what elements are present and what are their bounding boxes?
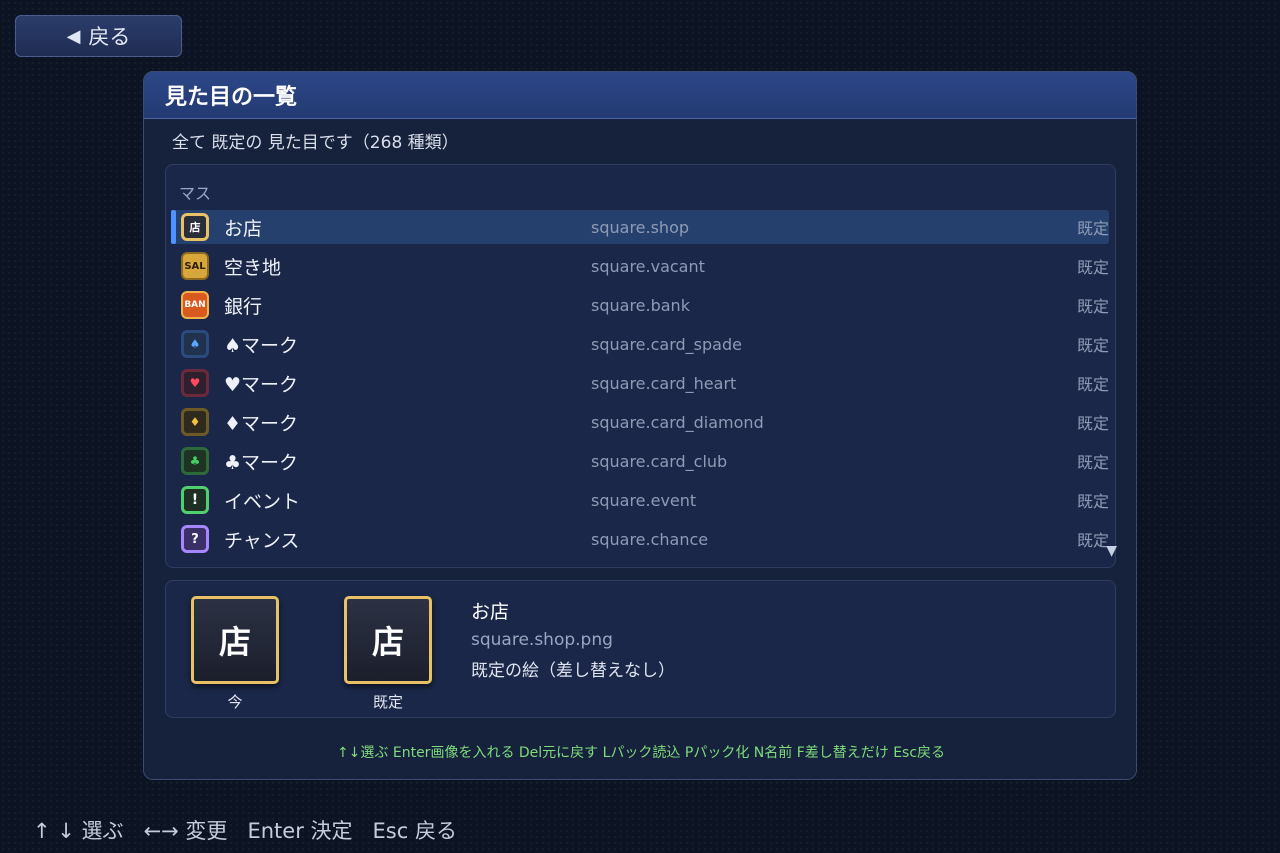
diamond-icon: ♦ xyxy=(181,408,209,436)
current-image-tile[interactable]: 店 xyxy=(191,596,279,684)
list-item-shop[interactable]: 店 お店 square.shop 既定 xyxy=(171,210,1109,244)
row-status: 既定 xyxy=(1076,492,1109,511)
row-status: 既定 xyxy=(1076,219,1109,238)
row-id: square.event xyxy=(591,490,697,510)
shop-icon: 店 xyxy=(181,213,209,241)
row-name: 空き地 xyxy=(224,256,282,279)
list-item-vacant[interactable]: SAL 空き地 square.vacant 既定 xyxy=(171,249,1109,283)
row-name: 銀行 xyxy=(224,295,263,318)
heart-icon: ♥ xyxy=(181,369,209,397)
row-id: square.card_diamond xyxy=(591,412,764,432)
row-status: 既定 xyxy=(1076,297,1109,316)
key-help-line: ↑↓選ぶ Enter画像を入れる Del元に戻す Lパック読込 Pパック化 N名… xyxy=(336,745,946,761)
row-name: ♣マーク xyxy=(224,451,299,474)
club-icon: ♣ xyxy=(181,447,209,475)
list-item-card-diamond[interactable]: ♦ ♦マーク square.card_diamond 既定 xyxy=(171,405,1109,439)
default-image-tile: 店 xyxy=(344,596,432,684)
row-id: square.bank xyxy=(591,295,690,315)
list-item-card-heart[interactable]: ♥ ♥マーク square.card_heart 既定 xyxy=(171,366,1109,400)
event-icon: ! xyxy=(181,486,209,514)
bank-icon: BAN xyxy=(181,291,209,319)
row-id: square.chance xyxy=(591,529,709,549)
preview-name: お店 xyxy=(471,601,510,623)
panel-subtitle: 全て 既定の 見た目です（268 種類） xyxy=(172,133,459,153)
row-id: square.card_club xyxy=(591,451,728,471)
preview-filename: square.shop.png xyxy=(471,630,613,650)
row-name: ♥マーク xyxy=(224,373,299,396)
footer-key-hints: ↑ ↓ 選ぶ ←→ 変更 Enter 決定 Esc 戻る xyxy=(33,819,457,843)
row-id: square.vacant xyxy=(591,256,705,276)
row-status: 既定 xyxy=(1076,414,1109,433)
preview-description: 既定の絵（差し替えなし） xyxy=(471,661,675,681)
panel-title: 見た目の一覧 xyxy=(144,72,1136,119)
list-item-bank[interactable]: BAN 銀行 square.bank 既定 xyxy=(171,288,1109,322)
row-status: 既定 xyxy=(1076,336,1109,355)
row-status: 既定 xyxy=(1076,258,1109,277)
row-status: 既定 xyxy=(1076,375,1109,394)
row-status: 既定 xyxy=(1076,531,1109,550)
list-item-chance[interactable]: ? チャンス square.chance 既定 xyxy=(171,522,1109,556)
scroll-down-icon[interactable]: ▼ xyxy=(1106,543,1117,559)
list-item-card-spade[interactable]: ♠ ♠マーク square.card_spade 既定 xyxy=(171,327,1109,361)
back-button[interactable]: ◀ 戻る xyxy=(15,15,182,57)
vacant-lot-icon: SAL xyxy=(181,252,209,280)
row-id: square.card_spade xyxy=(591,334,742,354)
list-item-event[interactable]: ! イベント square.event 既定 xyxy=(171,483,1109,517)
row-id: square.shop xyxy=(591,217,690,237)
row-id: square.card_heart xyxy=(591,373,737,393)
row-status: 既定 xyxy=(1076,453,1109,472)
appearance-list-panel: 見た目の一覧 全て 既定の 見た目です（268 種類） マス 店 お店 squa… xyxy=(143,71,1137,780)
section-label-square: マス xyxy=(179,184,212,203)
chance-icon: ? xyxy=(181,525,209,553)
spade-icon: ♠ xyxy=(181,330,209,358)
list-item-card-club[interactable]: ♣ ♣マーク square.card_club 既定 xyxy=(171,444,1109,478)
row-name: イベント xyxy=(224,490,301,513)
row-name: ♦マーク xyxy=(224,412,299,435)
back-button-label: 戻る xyxy=(88,25,131,49)
back-arrow-icon: ◀ xyxy=(66,25,81,47)
default-image-label: 既定 xyxy=(372,693,403,711)
preview-panel: 店 今 店 既定 お店 square.shop.png 既定の絵（差し替えなし） xyxy=(165,580,1116,718)
row-name: チャンス xyxy=(224,529,300,552)
row-name: ♠マーク xyxy=(224,334,299,357)
appearance-list[interactable]: マス 店 お店 square.shop 既定 SAL 空き地 square.va… xyxy=(165,164,1117,568)
current-image-label: 今 xyxy=(227,693,243,711)
row-name: お店 xyxy=(224,217,263,240)
